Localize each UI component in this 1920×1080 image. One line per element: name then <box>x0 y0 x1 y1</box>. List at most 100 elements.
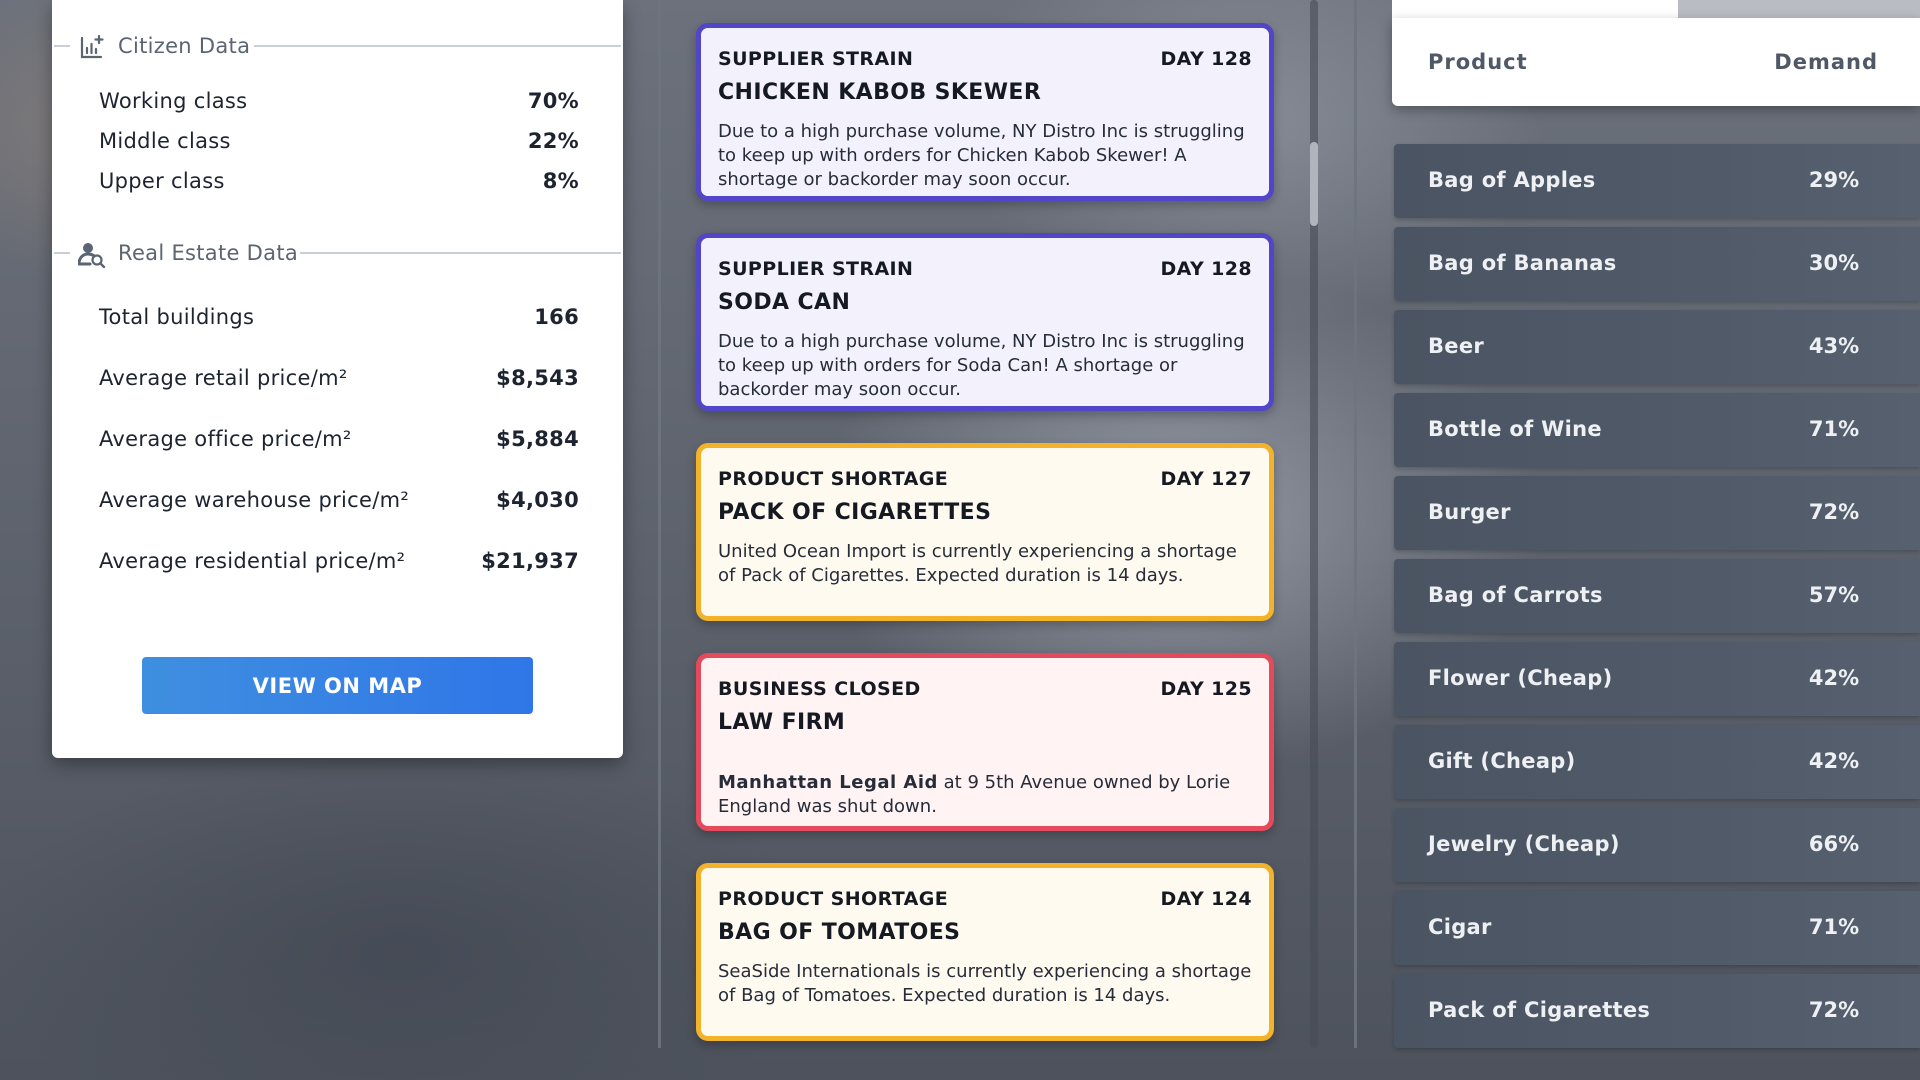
events-scrollbar-thumb[interactable] <box>1310 142 1318 226</box>
divider <box>54 45 70 47</box>
event-day: DAY 128 <box>1160 48 1252 70</box>
citizen-data-header: Citizen Data <box>52 31 623 61</box>
event-day: DAY 128 <box>1160 258 1252 280</box>
chart-plus-icon <box>80 34 104 59</box>
event-category: SUPPLIER STRAIN <box>718 258 914 280</box>
stat-value: $4,030 <box>496 488 579 512</box>
event-card[interactable]: PRODUCT SHORTAGE DAY 127 PACK OF CIGARET… <box>696 443 1274 621</box>
table-top-strip <box>1392 0 1920 18</box>
product-name: Flower (Cheap) <box>1428 666 1613 690</box>
stat-label: Average residential price/m² <box>99 549 406 573</box>
demand-row[interactable]: Jewelry (Cheap) 66% <box>1394 808 1920 882</box>
stat-value: $21,937 <box>481 549 579 573</box>
event-day: DAY 124 <box>1160 888 1252 910</box>
product-name: Cigar <box>1428 915 1492 939</box>
event-category: PRODUCT SHORTAGE <box>718 468 949 490</box>
product-name: Pack of Cigarettes <box>1428 998 1651 1022</box>
demand-value: 71% <box>1808 417 1860 441</box>
product-name: Bag of Apples <box>1428 168 1596 192</box>
real-estate-row: Total buildings 166 <box>99 305 579 329</box>
stat-label: Upper class <box>99 169 225 193</box>
business-name: Manhattan Legal Aid <box>718 772 938 793</box>
divider <box>300 252 621 254</box>
real-estate-data-header: Real Estate Data <box>52 238 623 268</box>
stat-value: $8,543 <box>496 366 579 390</box>
event-description: Due to a high purchase volume, NY Distro… <box>718 121 1245 190</box>
event-description: United Ocean Import is currently experie… <box>718 541 1237 586</box>
demand-value: 42% <box>1808 749 1860 773</box>
demand-row[interactable]: Flower (Cheap) 42% <box>1394 642 1920 716</box>
event-day: DAY 127 <box>1160 468 1252 490</box>
stat-label: Total buildings <box>99 305 255 329</box>
demand-value: 66% <box>1808 832 1860 856</box>
product-name: Gift (Cheap) <box>1428 749 1576 773</box>
event-description: Due to a high purchase volume, NY Distro… <box>718 331 1245 400</box>
event-description: Manhattan Legal Aid at 9 5th Avenue owne… <box>718 771 1258 819</box>
demand-row[interactable]: Cigar 71% <box>1394 891 1920 965</box>
demand-value: 29% <box>1808 168 1860 192</box>
event-category: SUPPLIER STRAIN <box>718 48 914 70</box>
divider <box>54 252 70 254</box>
citizen-row: Working class 70% <box>99 89 579 113</box>
demand-row[interactable]: Bottle of Wine 71% <box>1394 393 1920 467</box>
demand-row[interactable]: Pack of Cigarettes 72% <box>1394 974 1920 1048</box>
real-estate-row: Average office price/m² $5,884 <box>99 427 579 451</box>
event-category: PRODUCT SHORTAGE <box>718 888 949 910</box>
real-estate-row: Average warehouse price/m² $4,030 <box>99 488 579 512</box>
event-category: BUSINESS CLOSED <box>718 678 921 700</box>
demand-row[interactable]: Bag of Bananas 30% <box>1394 227 1920 301</box>
product-name: Bag of Bananas <box>1428 251 1617 275</box>
product-name: Jewelry (Cheap) <box>1428 832 1620 856</box>
stat-label: Average office price/m² <box>99 427 352 451</box>
view-on-map-button[interactable]: VIEW ON MAP <box>142 657 533 714</box>
demand-table-header: Product Demand <box>1392 18 1920 106</box>
product-name: Bag of Carrots <box>1428 583 1603 607</box>
stat-value: $5,884 <box>496 427 579 451</box>
product-name: Burger <box>1428 500 1511 524</box>
demand-row[interactable]: Bag of Apples 29% <box>1394 144 1920 218</box>
event-title: CHICKEN KABOB SKEWER <box>718 80 1042 105</box>
product-name: Bottle of Wine <box>1428 417 1602 441</box>
demand-row[interactable]: Gift (Cheap) 42% <box>1394 725 1920 799</box>
demand-row[interactable]: Bag of Carrots 57% <box>1394 559 1920 633</box>
event-title: PACK OF CIGARETTES <box>718 500 992 525</box>
demand-value: 43% <box>1808 334 1860 358</box>
column-header-demand[interactable]: Demand <box>1774 50 1878 74</box>
user-search-icon <box>78 243 106 268</box>
product-name: Beer <box>1428 334 1485 358</box>
demand-value: 57% <box>1808 583 1860 607</box>
event-description: SeaSide Internationals is currently expe… <box>718 961 1252 1006</box>
stat-value: 166 <box>534 305 579 329</box>
stat-label: Working class <box>99 89 248 113</box>
event-card[interactable]: PRODUCT SHORTAGE DAY 124 BAG OF TOMATOES… <box>696 863 1274 1041</box>
column-divider <box>658 0 661 1048</box>
event-day: DAY 125 <box>1160 678 1252 700</box>
demand-row[interactable]: Beer 43% <box>1394 310 1920 384</box>
stat-label: Average warehouse price/m² <box>99 488 410 512</box>
demand-value: 71% <box>1808 915 1860 939</box>
demand-value: 72% <box>1808 500 1860 524</box>
citizen-row: Upper class 8% <box>99 169 579 193</box>
citizen-row: Middle class 22% <box>99 129 579 153</box>
stat-value: 8% <box>542 169 579 193</box>
demand-value: 42% <box>1808 666 1860 690</box>
tab-indicator <box>1678 0 1920 18</box>
real-estate-data-title: Real Estate Data <box>118 241 299 265</box>
divider <box>254 45 621 47</box>
stat-value: 22% <box>527 129 579 153</box>
demand-row[interactable]: Burger 72% <box>1394 476 1920 550</box>
event-title: SODA CAN <box>718 290 851 315</box>
demand-value: 72% <box>1808 998 1860 1022</box>
event-title: LAW FIRM <box>718 710 846 735</box>
real-estate-row: Average residential price/m² $21,937 <box>99 549 579 573</box>
stat-label: Average retail price/m² <box>99 366 348 390</box>
demand-value: 30% <box>1808 251 1860 275</box>
column-header-product[interactable]: Product <box>1428 50 1528 74</box>
real-estate-row: Average retail price/m² $8,543 <box>99 366 579 390</box>
city-data-panel: Citizen Data Working class 70% Middle cl… <box>52 0 623 758</box>
event-card[interactable]: BUSINESS CLOSED DAY 125 LAW FIRM Manhatt… <box>696 653 1274 831</box>
event-card[interactable]: SUPPLIER STRAIN DAY 128 CHICKEN KABOB SK… <box>696 23 1274 201</box>
column-divider <box>1354 0 1357 1048</box>
event-card[interactable]: SUPPLIER STRAIN DAY 128 SODA CAN Due to … <box>696 233 1274 411</box>
event-title: BAG OF TOMATOES <box>718 920 961 945</box>
